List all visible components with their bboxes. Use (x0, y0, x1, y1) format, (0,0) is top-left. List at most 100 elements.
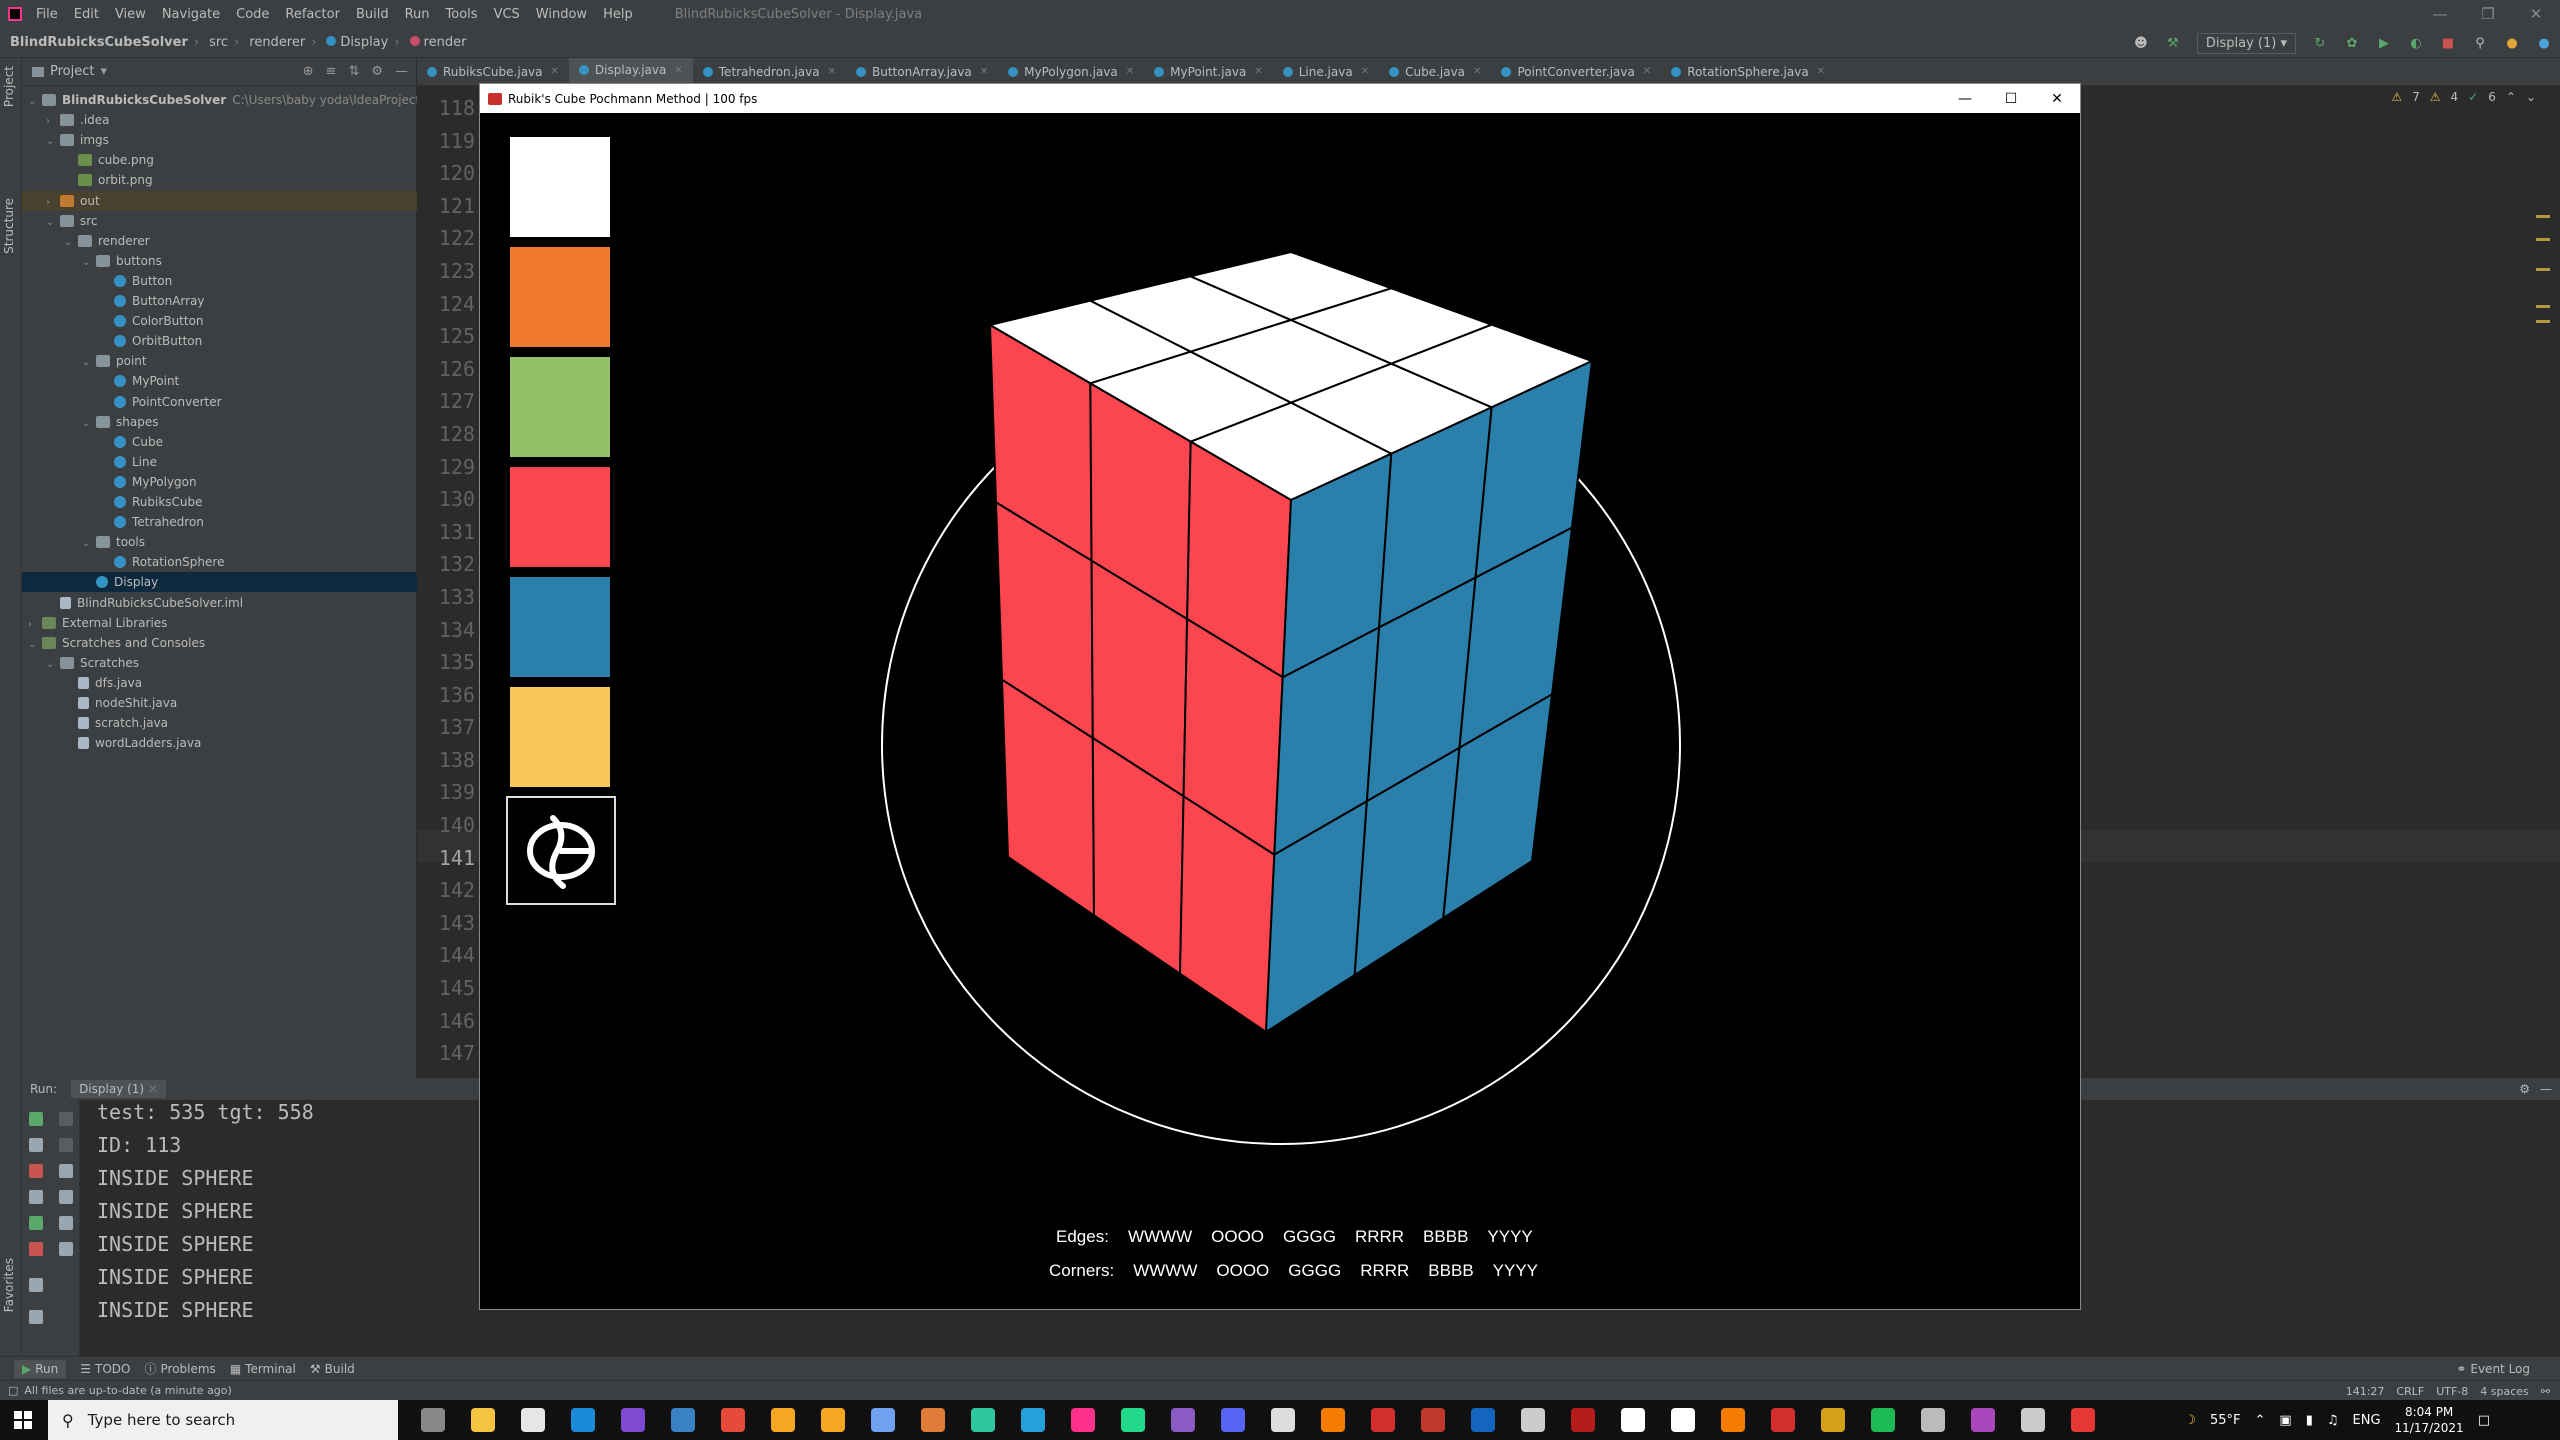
taskbar-app-icon[interactable] (521, 1408, 545, 1432)
lock-icon[interactable]: ⚯ (2541, 1385, 2550, 1398)
profile-icon[interactable]: ◐ (2405, 33, 2427, 53)
chevron-right-icon[interactable]: › (28, 615, 42, 635)
taskbar-app-icon[interactable] (1971, 1408, 1995, 1432)
taskbar-app-icon[interactable] (1621, 1408, 1645, 1432)
chevron-down-icon[interactable]: ⌄ (82, 253, 96, 273)
taskbar-app-icon[interactable] (1321, 1408, 1345, 1432)
menu-item-vcs[interactable]: VCS (494, 7, 520, 22)
error-stripe-mark[interactable] (2536, 320, 2550, 323)
app-minimize-icon[interactable]: — (1942, 84, 1988, 113)
minimize-icon[interactable]: — (2416, 0, 2464, 28)
taskbar-app-icon[interactable] (721, 1408, 745, 1432)
exit-icon[interactable] (29, 1242, 43, 1256)
editor-tab[interactable]: PointConverter.java ✕ (1491, 58, 1661, 86)
scroll-up-icon[interactable] (59, 1112, 73, 1126)
error-stripe-mark[interactable] (2536, 268, 2550, 271)
assistant-icon[interactable]: ● (2533, 33, 2555, 53)
taskbar-app-icon[interactable] (571, 1408, 595, 1432)
taskbar-app-icon[interactable] (1021, 1408, 1045, 1432)
tab-close-icon[interactable]: ✕ (1361, 66, 1369, 77)
tree-item[interactable]: Tetrahedron (22, 512, 417, 532)
taskbar-app-icon[interactable] (1921, 1408, 1945, 1432)
app-close-icon[interactable]: ✕ (2034, 84, 2080, 113)
taskbar-app-icon[interactable] (871, 1408, 895, 1432)
taskbar-app-icon[interactable] (1071, 1408, 1095, 1432)
stop-icon[interactable] (29, 1164, 43, 1178)
tree-item[interactable]: Display (22, 572, 417, 593)
tab-close-icon[interactable]: ✕ (1126, 66, 1134, 77)
menu-item-tools[interactable]: Tools (446, 7, 478, 22)
pin-icon[interactable] (29, 1310, 43, 1324)
tree-item[interactable]: ⌄ imgs (22, 130, 417, 150)
error-stripe-mark[interactable] (2536, 215, 2550, 218)
tree-item[interactable]: › out (22, 190, 417, 213)
tree-item[interactable]: OrbitButton (22, 331, 417, 351)
rerun-icon[interactable] (29, 1112, 43, 1126)
chevron-down-icon[interactable]: ⌄ (46, 132, 60, 152)
build-hammer-icon[interactable]: ⚒ (2162, 33, 2184, 53)
editor-tab[interactable]: Cube.java ✕ (1379, 58, 1491, 86)
tab-build[interactable]: ⚒ Build (310, 1362, 355, 1376)
tree-item[interactable]: › .idea (22, 110, 417, 130)
battery-icon[interactable]: ▮ (2306, 1413, 2313, 1428)
taskbar-clock[interactable]: 8:04 PM 11/17/2021 (2395, 1404, 2464, 1436)
error-stripe-mark[interactable] (2536, 238, 2550, 241)
tab-run[interactable]: ▶ Run (14, 1359, 67, 1378)
tree-item[interactable]: ⌄ tools (22, 532, 417, 552)
run-hide-icon[interactable]: — (2540, 1082, 2552, 1096)
settings-gear-icon[interactable]: ⚙ (371, 64, 383, 79)
weather-temp[interactable]: 55°F (2210, 1413, 2241, 1428)
editor-tab[interactable]: Line.java ✕ (1273, 58, 1379, 86)
console-output[interactable]: test: 535 tgt: 558 ID: 113 INSIDE SPHERE IN… (97, 1096, 314, 1327)
windows-start-icon[interactable] (14, 1411, 32, 1429)
taskbar-app-icon[interactable] (671, 1408, 695, 1432)
breadcrumb-src[interactable]: src (209, 35, 228, 50)
tab-problems[interactable]: ⓘ Problems (144, 1360, 215, 1377)
print-icon[interactable] (59, 1216, 73, 1230)
tree-item[interactable]: orbit.png (22, 170, 417, 190)
scroll-to-end-icon[interactable] (59, 1190, 73, 1204)
taskbar-app-icon[interactable] (1421, 1408, 1445, 1432)
restore-icon[interactable]: ❐ (2464, 0, 2512, 28)
run-config-select[interactable]: Display (1) ▾ (2196, 32, 2296, 54)
taskbar-app-icon[interactable] (771, 1408, 795, 1432)
file-encoding[interactable]: UTF-8 (2436, 1385, 2468, 1398)
editor-tab[interactable]: RubiksCube.java ✕ (417, 58, 569, 86)
tree-item[interactable]: ⌄ renderer (22, 231, 417, 251)
editor-tab[interactable]: RotationSphere.java ✕ (1661, 58, 1835, 86)
camera-icon[interactable] (29, 1190, 43, 1204)
menu-item-code[interactable]: Code (236, 7, 269, 22)
tab-close-icon[interactable]: ✕ (1817, 66, 1825, 77)
tree-item[interactable]: ⌄ buttons (22, 251, 417, 271)
project-view-select[interactable]: Project (50, 64, 94, 79)
taskbar-app-icon[interactable] (1821, 1408, 1845, 1432)
tree-item[interactable]: Cube (22, 432, 417, 452)
tree-item[interactable]: scratch.java (22, 713, 417, 733)
cursor-position[interactable]: 141:27 (2346, 1385, 2385, 1398)
editor-tab[interactable]: ButtonArray.java ✕ (846, 58, 998, 86)
tree-item[interactable]: MyPolygon (22, 472, 417, 492)
taskbar-app-icon[interactable] (471, 1408, 495, 1432)
taskbar-app-icon[interactable] (1271, 1408, 1295, 1432)
tray-chevron-up-icon[interactable]: ⌃ (2255, 1413, 2266, 1428)
tree-item[interactable]: ⌄ BlindRubicksCubeSolver C:\Users\baby yod… (22, 90, 469, 110)
taskbar-app-icon[interactable] (621, 1408, 645, 1432)
tree-item[interactable]: MyPoint (22, 371, 417, 391)
tree-item[interactable]: BlindRubicksCubeSolver.iml (22, 593, 417, 613)
locate-icon[interactable]: ⊕ (303, 64, 314, 79)
close-icon[interactable]: ✕ (2512, 0, 2560, 28)
menu-item-build[interactable]: Build (356, 7, 389, 22)
tree-item[interactable]: PointConverter (22, 392, 417, 412)
breadcrumb-project[interactable]: BlindRubicksCubeSolver (10, 35, 188, 50)
tab-close-icon[interactable]: ✕ (551, 66, 559, 77)
chevron-down-icon[interactable]: ⌄ (46, 655, 60, 675)
tree-item[interactable]: ⌄ src (22, 211, 417, 231)
chevron-down-icon[interactable]: ⌄ (82, 534, 96, 554)
breadcrumb-renderer[interactable]: renderer (249, 35, 305, 50)
tree-item[interactable]: RotationSphere (22, 552, 417, 572)
menu-item-window[interactable]: Window (536, 7, 587, 22)
tab-todo[interactable]: ☰ TODO (80, 1362, 130, 1376)
chevron-up-icon[interactable]: ⌃ (2506, 90, 2516, 104)
chevron-right-icon[interactable]: › (46, 193, 60, 213)
taskbar-app-icon[interactable] (2071, 1408, 2095, 1432)
